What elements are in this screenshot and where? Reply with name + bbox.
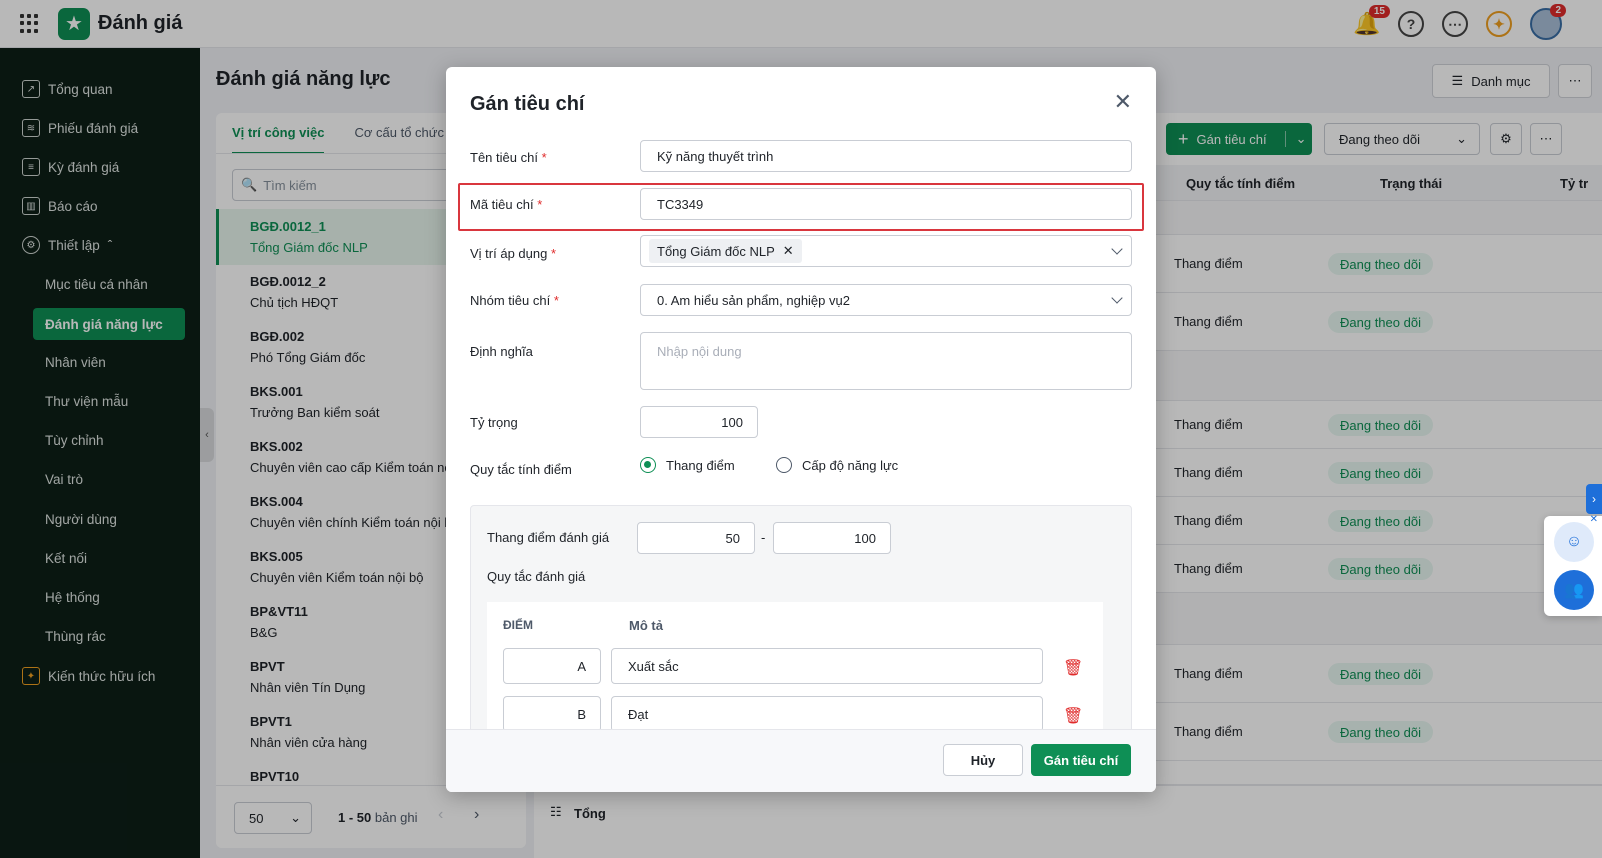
submit-button[interactable]: Gán tiêu chí [1031,744,1131,776]
dialog-footer: Hủy Gán tiêu chí [446,729,1156,792]
assign-criteria-dialog: Gán tiêu chí ✕ Tên tiêu chí * Kỹ năng th… [446,67,1156,792]
scale-max-input[interactable]: 100 [773,522,891,554]
weight-label: Tỷ trọng [470,415,518,430]
chevron-down-icon [1111,243,1123,255]
score-input[interactable]: B [503,696,601,732]
scale-settings: Thang điểm đánh giá 50 - 100 Quy tắc đán… [470,505,1132,772]
trash-icon[interactable]: 🗑 [1063,658,1083,678]
rule-label: Quy tắc tính điểm [470,462,572,477]
dialog-title: Gán tiêu chí [470,93,585,115]
chevron-down-icon [1111,292,1123,304]
close-icon[interactable]: ✕ [1114,89,1132,115]
name-label: Tên tiêu chí * [470,150,547,165]
rules-label: Quy tắc đánh giá [487,569,586,584]
close-icon[interactable]: ✕ [783,243,794,259]
scale-min-input[interactable]: 50 [637,522,755,554]
col-desc-header: Mô tả [629,618,663,633]
side-expand-tab[interactable]: › [1586,484,1602,514]
score-input[interactable]: A [503,648,601,684]
radio-scale[interactable]: Thang điểm [640,457,735,473]
desc-input[interactable]: Xuất sắc [611,648,1043,684]
position-chip: Tổng Giám đốc NLP ✕ [649,239,802,263]
criteria-name-input[interactable]: Kỹ năng thuyết trình [640,140,1132,172]
group-select[interactable]: 0. Am hiểu sản phẩm, nghiệp vụ2 [640,284,1132,316]
radio-button [640,457,656,473]
community-icon[interactable]: 👥 [1554,570,1594,610]
scale-dash: - [761,530,766,545]
group-label: Nhóm tiêu chí * [470,293,559,308]
radio-button [776,457,792,473]
definition-label: Định nghĩa [470,344,533,359]
col-score-header: ĐIỂM [503,618,533,632]
desc-input[interactable]: Đạt [611,696,1043,732]
trash-icon[interactable]: 🗑 [1063,706,1083,726]
weight-input[interactable]: 100 [640,406,758,438]
scale-label: Thang điểm đánh giá [487,530,610,545]
close-icon[interactable]: ✕ [1590,514,1598,525]
radio-level[interactable]: Cấp độ năng lực [776,457,898,473]
position-label: Vị trí áp dụng * [470,246,557,261]
criteria-code-input[interactable]: TC3349 [640,188,1132,220]
cancel-button[interactable]: Hủy [943,744,1023,776]
code-label: Mã tiêu chí * [470,197,543,212]
position-multiselect[interactable]: Tổng Giám đốc NLP ✕ [640,235,1132,267]
definition-textarea[interactable]: Nhập nội dung [640,332,1132,390]
chatbot-icon[interactable]: ☺ [1554,522,1594,562]
assistant-widget: ☺ 👥 ✕ [1544,514,1602,616]
